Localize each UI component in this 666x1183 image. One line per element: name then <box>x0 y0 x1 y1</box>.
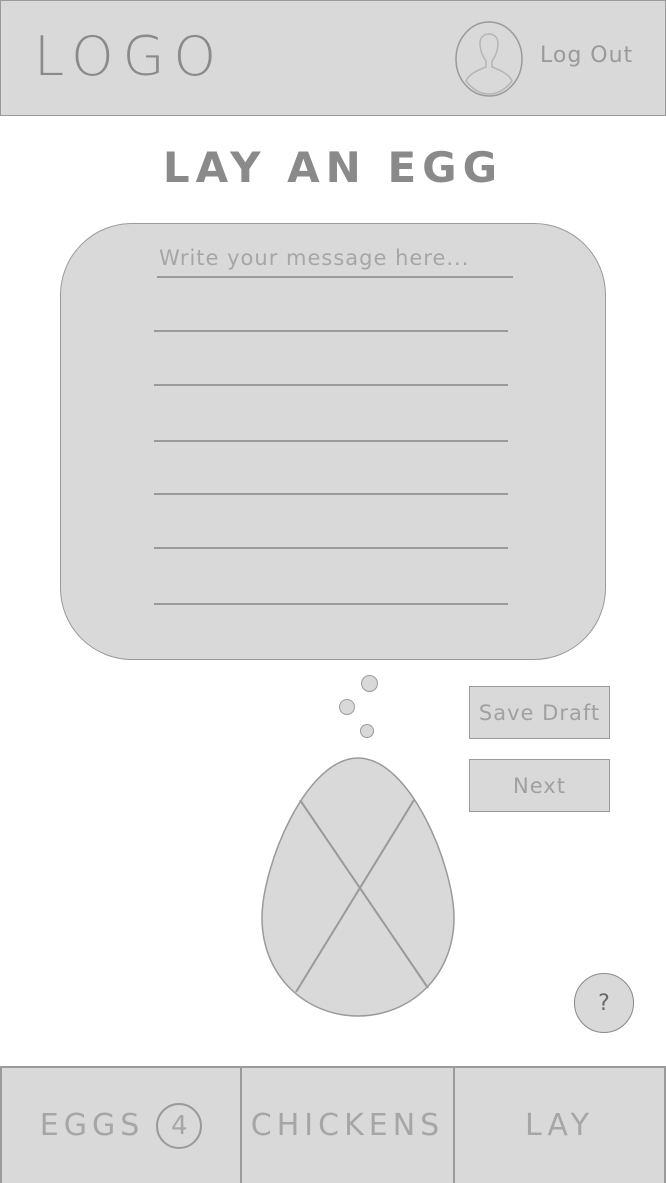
message-card <box>60 223 606 660</box>
tab-lay-label: LAY <box>525 1108 594 1143</box>
writing-line <box>154 493 508 495</box>
writing-line <box>154 440 508 442</box>
user-avatar-icon[interactable] <box>455 21 523 97</box>
logout-button[interactable]: Log Out <box>540 43 633 68</box>
save-draft-button[interactable]: Save Draft <box>469 686 610 739</box>
bubble-dot <box>360 724 374 738</box>
tab-eggs-label: EGGS <box>39 1108 145 1143</box>
bubble-dot <box>339 699 355 715</box>
eggs-count-badge: 4 <box>156 1102 203 1149</box>
tab-chickens-label: CHICKENS <box>250 1108 445 1143</box>
logo[interactable]: LOGO <box>34 25 225 89</box>
tab-eggs[interactable]: EGGS 4 <box>0 1068 240 1183</box>
writing-line <box>154 330 508 332</box>
egg-icon <box>260 756 456 1018</box>
app-header: LOGO Log Out <box>0 0 666 116</box>
tab-chickens[interactable]: CHICKENS <box>240 1068 453 1183</box>
bottom-nav: EGGS 4 CHICKENS LAY <box>0 1066 666 1183</box>
next-button[interactable]: Next <box>469 759 610 812</box>
page-title: LAY AN EGG <box>162 143 504 192</box>
help-button[interactable]: ? <box>574 973 634 1033</box>
message-input[interactable] <box>157 240 513 278</box>
tab-lay[interactable]: LAY <box>453 1068 666 1183</box>
writing-line <box>154 603 508 605</box>
bubble-dot <box>361 675 378 692</box>
writing-line <box>154 384 508 386</box>
help-label: ? <box>598 990 610 1016</box>
writing-line <box>154 547 508 549</box>
